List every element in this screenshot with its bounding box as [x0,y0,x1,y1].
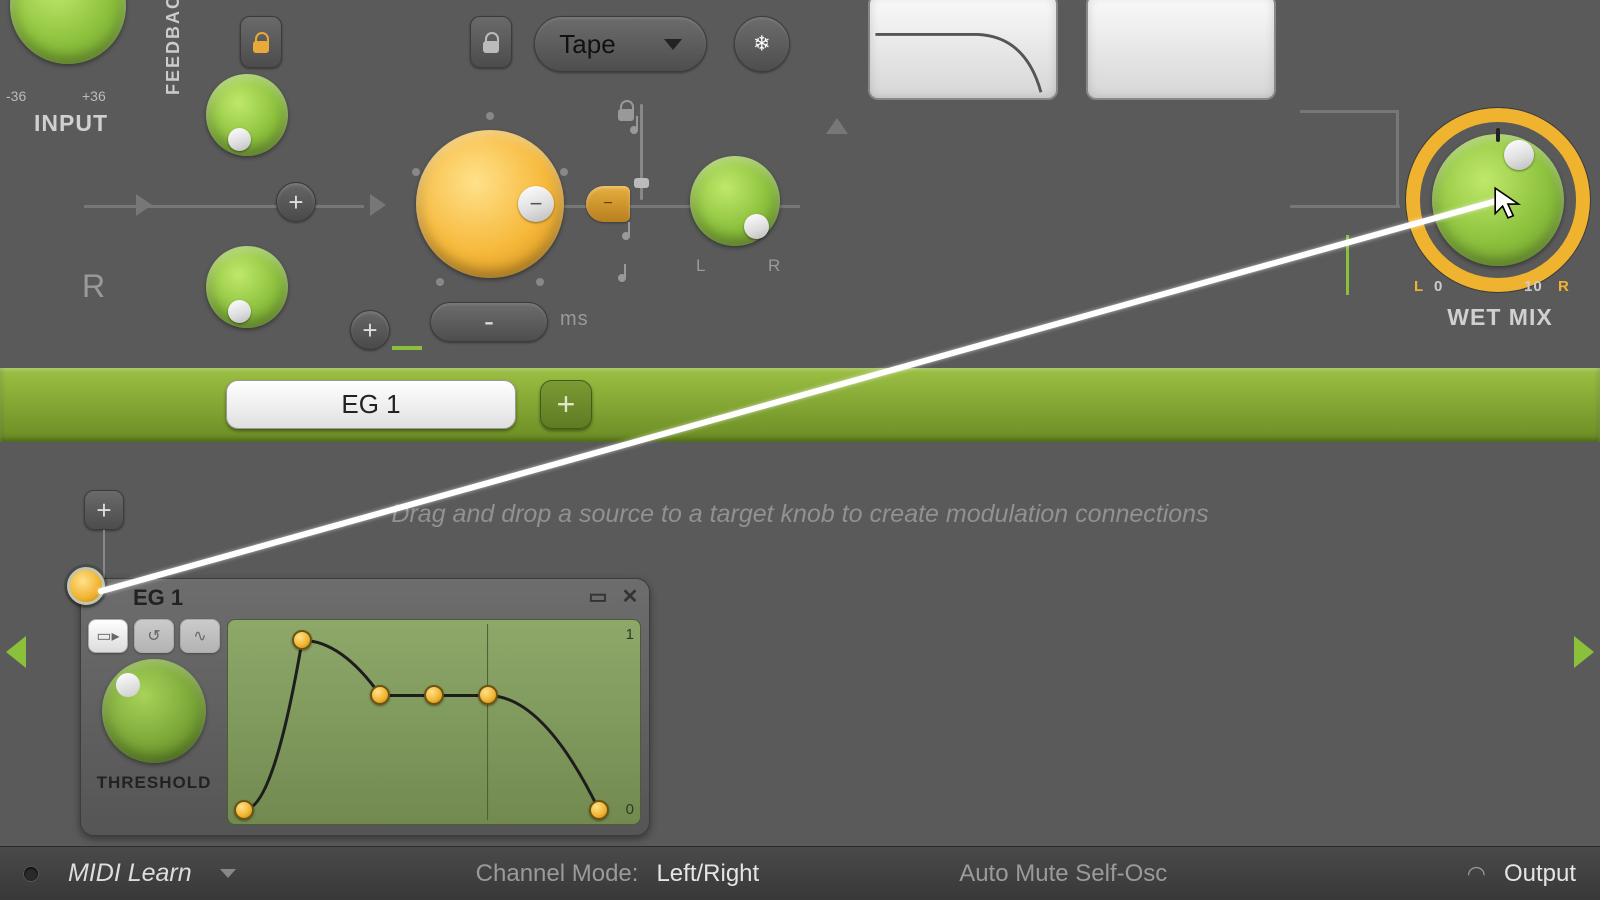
level-indicator [392,346,422,350]
wetmix-left-lbl: L [1414,278,1424,295]
knob-tick [436,278,444,286]
midi-learn-label: MIDI Learn [68,859,192,888]
feedback-knob-a[interactable] [206,74,288,156]
delay-lock-button[interactable] [470,16,512,68]
auto-mute-button[interactable]: Auto Mute Self-Osc [959,860,1167,888]
route-arrow-icon [370,194,386,216]
eg-trigger-button[interactable]: ▭▸ [88,619,128,653]
level-indicator [1346,235,1349,295]
add-mod-tab-button[interactable]: + [540,380,592,429]
auto-mute-label: Auto Mute Self-Osc [959,860,1167,888]
scroll-right-button[interactable] [1574,636,1594,668]
channel-mode-value: Left/Right [656,860,759,888]
wetmix-right-val: 10 [1524,278,1543,295]
envelope-node[interactable] [234,800,254,820]
eg-curve-button[interactable]: ∿ [180,619,220,653]
route-arrow-up-icon [826,118,848,134]
bottom-bar: MIDI Learn Channel Mode: Left/Right Auto… [0,846,1600,900]
knob-tick [486,112,494,120]
eg-envelope-editor[interactable]: 1 0 [227,619,641,825]
eg-loop-button[interactable]: ↺ [134,619,174,653]
wetmix-knob[interactable] [1432,134,1564,266]
input-label: INPUT [16,110,126,137]
wetmix-tick [1496,128,1500,142]
mod-tab-bar: EG 1 + [0,368,1600,442]
sync-slider-thumb[interactable] [634,178,649,188]
route-line [1396,110,1399,205]
chevron-down-icon [220,869,236,878]
knob-tick [412,168,420,176]
save-icon: ▭ [589,584,608,609]
midi-led [24,867,38,881]
channel-indicator: R [82,268,106,305]
pan-left-label: L [696,256,706,276]
freeze-icon: ❄ [753,31,770,57]
plus-icon: + [288,187,303,218]
eg-module: EG 1 ▭ ✕ ▭▸ ↺ ∿ THRESHOLD 1 0 [80,578,650,836]
scroll-left-button[interactable] [6,636,26,668]
eg-title: EG 1 [133,585,183,611]
pan-right-label: R [768,256,781,276]
eg-close-button[interactable]: ✕ [619,585,641,607]
delay-fine-nub[interactable]: − [586,186,630,222]
delay-preset-value: Tape [559,29,615,60]
wetmix-right-lbl: R [1558,278,1570,295]
envelope-node[interactable] [589,800,609,820]
input-knob[interactable] [10,0,126,64]
delay-value: - [484,305,494,339]
close-icon: ✕ [622,584,639,609]
feedback-knob-b[interactable] [206,246,288,328]
envelope-node[interactable] [424,685,444,705]
filter-display-1[interactable] [868,0,1058,100]
channel-mode-label: Channel Mode: [476,860,639,888]
delay-value-field[interactable]: - [430,302,548,342]
fb-lock-button[interactable] [240,16,282,68]
envelope-node[interactable] [478,685,498,705]
plus-icon: + [557,386,576,423]
midi-learn-button[interactable]: MIDI Learn [68,859,236,888]
add-button[interactable]: + [350,310,390,350]
knob-tick [560,168,568,176]
input-scale-left: -36 [6,88,26,104]
feedback-label: FEEDBAC [163,0,184,95]
eg-save-button[interactable]: ▭ [587,585,609,607]
freeze-button[interactable]: ❄ [734,16,790,72]
route-line [1300,110,1396,113]
tab-label: EG 1 [341,389,400,420]
route-line [84,205,364,208]
mod-hint-text: Drag and drop a source to a target knob … [0,500,1600,529]
headphones-icon: ◠ [1467,861,1486,887]
output-button[interactable]: ◠ Output [1467,860,1576,888]
envelope-node[interactable] [370,685,390,705]
wetmix-label: WET MIX [1430,304,1570,331]
envelope-node[interactable] [292,630,312,650]
channel-mode-button[interactable]: Channel Mode: Left/Right [476,860,760,888]
pan-knob[interactable] [690,156,780,246]
delay-unit: ms [560,308,589,331]
delay-time-knob[interactable]: − [416,130,564,278]
delay-preset-select[interactable]: Tape [534,16,707,72]
sum-button[interactable]: + [276,182,316,222]
eg-threshold-knob[interactable] [102,659,206,763]
wetmix-left-val: 0 [1434,278,1443,295]
output-label: Output [1504,860,1576,888]
filter-display-2[interactable] [1086,0,1276,100]
mod-tab-eg1[interactable]: EG 1 [226,380,516,429]
chevron-down-icon [664,39,682,50]
route-line [1290,205,1400,208]
lock-open-icon [483,32,499,52]
eg-threshold-label: THRESHOLD [97,773,212,793]
route-arrow-icon [136,194,152,216]
input-scale-right: +36 [82,88,106,104]
plus-icon: + [362,315,377,346]
knob-tick [536,278,544,286]
lock-icon [253,32,269,52]
